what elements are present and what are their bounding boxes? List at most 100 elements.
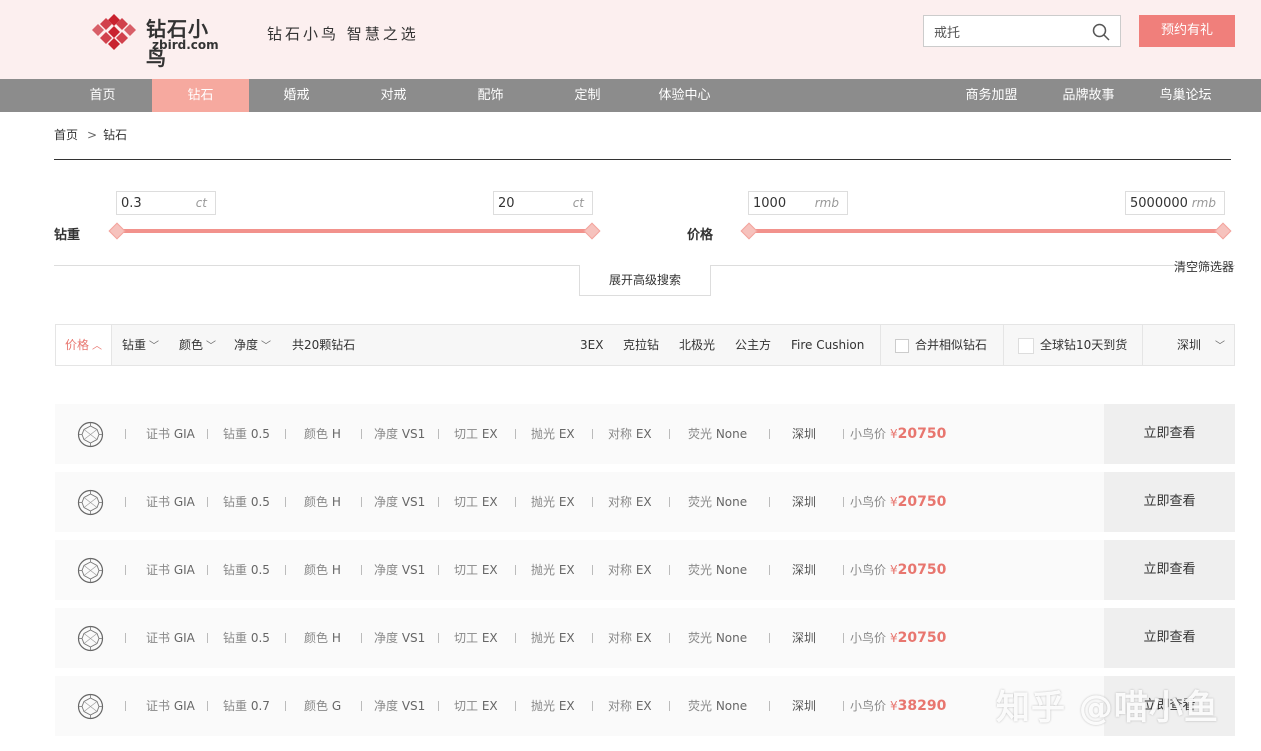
row-color-value: H — [331, 631, 341, 645]
row-separator — [207, 429, 208, 439]
currency-symbol: ¥ — [890, 495, 898, 509]
carat-max-input[interactable]: 20 ct — [493, 191, 593, 215]
price-max-input[interactable]: 5000000 rmb — [1125, 191, 1225, 215]
row-symmetry-label: 对称 — [608, 495, 636, 509]
nav-item-wedding-rings[interactable]: 婚戒 — [248, 79, 345, 112]
row-fluor: 荧光 None — [688, 472, 747, 532]
nav-item-brand-story[interactable]: 品牌故事 — [1040, 79, 1137, 112]
row-cut: 切工 EX — [454, 608, 498, 668]
nav-item-diamond[interactable]: 钻石 — [152, 79, 249, 112]
nav-item-accessories[interactable]: 配饰 — [442, 79, 539, 112]
row-carat-value: 0.7 — [250, 699, 270, 713]
sort-carat[interactable]: 钻重 ﹀ — [122, 325, 159, 365]
nav-item-forum[interactable]: 鸟巢论坛 — [1137, 79, 1234, 112]
row-separator — [592, 497, 593, 507]
price-slider-min-handle[interactable] — [740, 222, 758, 240]
row-carat-label: 钻重 — [223, 563, 251, 577]
view-now-button[interactable]: 立即查看 — [1104, 404, 1235, 464]
nav-item-home[interactable]: 首页 — [54, 79, 151, 112]
row-symmetry-label: 对称 — [608, 631, 636, 645]
reserve-gift-button[interactable]: 预约有礼 — [1139, 15, 1235, 47]
row-separator — [769, 701, 770, 711]
row-color: 颜色 H — [304, 608, 341, 668]
tag-3ex[interactable]: 3EX — [580, 325, 603, 365]
diamond-row[interactable]: 证书 GIA 钻重 0.5 颜色 H 净度 VS1 切工 EX 抛光 EX 对称 EX 荧光 … — [55, 472, 1235, 532]
merge-similar-checkbox[interactable] — [895, 338, 909, 353]
row-color: 颜色 G — [304, 676, 341, 736]
watermark: 知乎 @喵小鱼 — [996, 688, 1219, 728]
row-separator — [592, 633, 593, 643]
row-separator — [843, 633, 844, 643]
expand-advanced-search-button[interactable]: 展开高级搜索 — [579, 265, 711, 296]
carat-slider-min-handle[interactable] — [108, 222, 126, 240]
row-price: 小鸟价 ¥38290 — [850, 676, 946, 736]
row-separator — [843, 497, 844, 507]
search-input[interactable] — [924, 16, 1084, 46]
row-fluor-label: 荧光 — [688, 563, 716, 577]
row-price-label: 小鸟价 — [850, 495, 887, 509]
city-select[interactable]: 深圳 ﹀ — [1177, 325, 1225, 365]
merge-similar-toggle[interactable]: 合并相似钻石 — [895, 325, 987, 365]
search-icon[interactable] — [1092, 23, 1110, 41]
diamond-row[interactable]: 证书 GIA 钻重 0.5 颜色 H 净度 VS1 切工 EX 抛光 EX 对称 EX 荧光 … — [55, 608, 1235, 668]
price-min-input[interactable]: 1000 rmb — [748, 191, 848, 215]
row-fluor-label: 荧光 — [688, 427, 716, 441]
row-fluor-value: None — [715, 427, 748, 441]
sort-color[interactable]: 颜色 ﹀ — [179, 325, 216, 365]
row-polish-value: EX — [558, 427, 575, 441]
row-cert-label: 证书 — [146, 427, 174, 441]
carat-min-input[interactable]: 0.3 ct — [116, 191, 216, 215]
diamond-shape-icon — [77, 625, 104, 652]
row-separator — [843, 701, 844, 711]
row-carat: 钻重 0.5 — [223, 540, 270, 600]
carat-slider-max-handle[interactable] — [583, 222, 601, 240]
row-cut-label: 切工 — [454, 563, 482, 577]
breadcrumb-current: 钻石 — [103, 128, 128, 142]
row-cert-label: 证书 — [146, 631, 174, 645]
nav-item-experience-center[interactable]: 体验中心 — [636, 79, 733, 112]
nav-item-business[interactable]: 商务加盟 — [943, 79, 1040, 112]
tag-aurora[interactable]: 北极光 — [679, 325, 715, 365]
nav-item-custom[interactable]: 定制 — [539, 79, 636, 112]
view-now-button[interactable]: 立即查看 — [1104, 608, 1235, 668]
diamond-row[interactable]: 证书 GIA 钻重 0.5 颜色 H 净度 VS1 切工 EX 抛光 EX 对称 EX 荧光 … — [55, 404, 1235, 464]
breadcrumb: 首页 > 钻石 — [54, 126, 127, 143]
tag-fire-cushion[interactable]: Fire Cushion — [791, 325, 864, 365]
clear-filters-link[interactable]: 清空筛选器 — [1174, 258, 1234, 275]
row-cut-label: 切工 — [454, 495, 482, 509]
tag-princess[interactable]: 公主方 — [735, 325, 771, 365]
view-now-button[interactable]: 立即查看 — [1104, 540, 1235, 600]
site-logo[interactable]: 钻石小鸟 zbird.com — [90, 12, 225, 70]
row-separator — [285, 497, 286, 507]
row-separator — [285, 565, 286, 575]
row-carat-value: 0.5 — [250, 631, 270, 645]
row-price-label: 小鸟价 — [850, 631, 887, 645]
price-max-unit: rmb — [1191, 196, 1216, 210]
row-price: 小鸟价 ¥20750 — [850, 404, 946, 464]
row-separator — [669, 497, 670, 507]
view-now-button[interactable]: 立即查看 — [1104, 472, 1235, 532]
sort-price-label: 价格 — [64, 338, 89, 352]
carat-slider-track[interactable] — [117, 229, 592, 233]
logo-text-en: zbird.com — [152, 38, 219, 52]
advanced-divider-left — [54, 265, 580, 266]
row-cut-value: EX — [481, 495, 498, 509]
row-clarity-value: VS1 — [401, 631, 426, 645]
row-separator — [515, 565, 516, 575]
sort-price[interactable]: 价格 ︿ — [56, 325, 112, 365]
row-price: 小鸟价 ¥20750 — [850, 472, 946, 532]
diamond-row[interactable]: 证书 GIA 钻重 0.5 颜色 H 净度 VS1 切工 EX 抛光 EX 对称 EX 荧光 … — [55, 540, 1235, 600]
sort-clarity[interactable]: 净度 ﹀ — [234, 325, 271, 365]
result-count: 共20颗钻石 — [292, 338, 356, 352]
global-10day-toggle[interactable]: 全球钻10天到货 — [1018, 325, 1127, 365]
breadcrumb-home[interactable]: 首页 — [54, 128, 78, 142]
global-10day-checkbox[interactable] — [1018, 337, 1034, 354]
row-fluor-value: None — [715, 563, 748, 577]
advanced-divider-right — [710, 265, 1235, 266]
price-slider-track[interactable] — [749, 229, 1223, 233]
price-slider-max-handle[interactable] — [1214, 222, 1232, 240]
row-price-value: 20750 — [897, 630, 947, 646]
nav-item-couple-rings[interactable]: 对戒 — [345, 79, 442, 112]
tag-carat-diamond[interactable]: 克拉钻 — [623, 325, 659, 365]
row-cert-label: 证书 — [146, 495, 174, 509]
